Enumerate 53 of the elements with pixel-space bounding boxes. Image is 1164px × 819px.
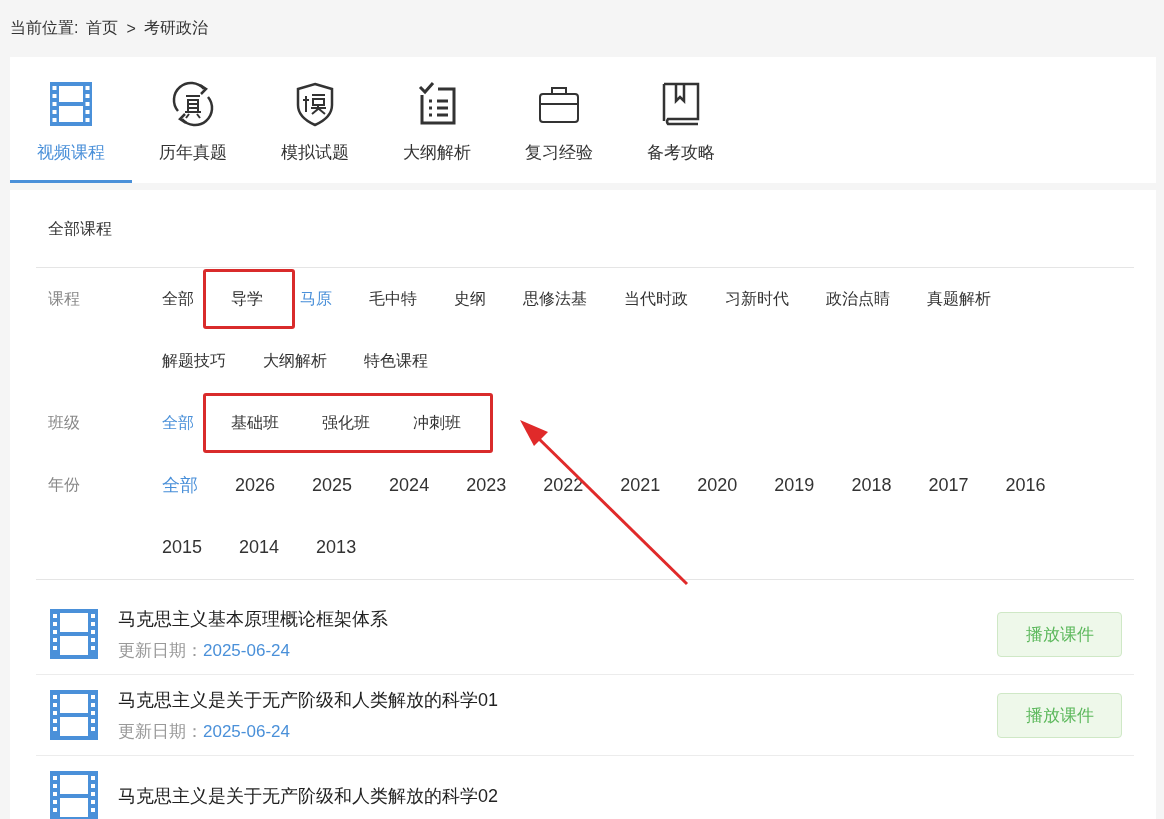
- course-title[interactable]: 马克思主义是关于无产阶级和人类解放的科学02: [118, 784, 1122, 808]
- filter-option[interactable]: 真题解析: [927, 268, 991, 330]
- filter-option[interactable]: 大纲解析: [263, 330, 327, 392]
- category-tab[interactable]: 历年真题: [132, 57, 254, 183]
- breadcrumb-label: 当前位置:: [10, 18, 79, 38]
- filter-option[interactable]: 2016: [1005, 454, 1046, 516]
- filter-option[interactable]: 2013: [316, 516, 357, 578]
- category-tab[interactable]: 大纲解析: [376, 57, 498, 183]
- filter-option[interactable]: 2017: [928, 454, 969, 516]
- film-icon: [48, 81, 94, 127]
- filter-title: 全部课程: [36, 190, 1134, 268]
- category-tab[interactable]: 模拟试题: [254, 57, 376, 183]
- date-label: 更新日期：: [118, 721, 203, 741]
- filter-label: 课程: [48, 289, 81, 309]
- date-label: 更新日期：: [118, 640, 203, 660]
- filter-option[interactable]: 2019: [774, 454, 815, 516]
- breadcrumb-link[interactable]: 首页: [86, 18, 119, 39]
- filter-option[interactable]: 导学: [231, 268, 263, 330]
- update-date: 2025-06-24: [203, 640, 290, 660]
- film-icon: [50, 690, 98, 740]
- filter-label: 班级: [48, 413, 81, 433]
- filter-option[interactable]: 思修法基: [523, 268, 587, 330]
- filter-option[interactable]: 习新时代: [725, 268, 789, 330]
- filter-option[interactable]: 冲刺班: [413, 392, 461, 454]
- category-tab[interactable]: 备考攻略: [620, 57, 742, 183]
- filter-option[interactable]: 史纲: [454, 268, 486, 330]
- filter-option[interactable]: 2024: [389, 454, 430, 516]
- breadcrumb-separator: >: [126, 19, 136, 38]
- filter-option[interactable]: 2025: [312, 454, 353, 516]
- filter-option[interactable]: 解题技巧: [162, 330, 226, 392]
- filter-option[interactable]: 特色课程: [364, 330, 428, 392]
- filter-option[interactable]: 强化班: [322, 392, 370, 454]
- filter-option[interactable]: 2023: [466, 454, 507, 516]
- filter-option[interactable]: 2021: [620, 454, 661, 516]
- filter-option[interactable]: 2026: [235, 454, 276, 516]
- update-date: 2025-06-24: [203, 721, 290, 741]
- filter-option[interactable]: 当代时政: [624, 268, 688, 330]
- filter-option[interactable]: 基础班: [231, 392, 279, 454]
- filter-option[interactable]: 全部: [162, 268, 194, 330]
- breadcrumb-link[interactable]: 考研政治: [143, 18, 208, 39]
- circular-arrows-icon: [170, 81, 216, 127]
- course-title[interactable]: 马克思主义是关于无产阶级和人类解放的科学01: [118, 687, 997, 712]
- course-title[interactable]: 马克思主义基本原理概论框架体系: [118, 606, 997, 631]
- category-tab[interactable]: 复习经验: [498, 57, 620, 183]
- filter-option[interactable]: 2015: [162, 516, 203, 578]
- filter-label: 年份: [48, 475, 81, 495]
- filter-option[interactable]: 2018: [851, 454, 892, 516]
- film-icon: [50, 609, 98, 659]
- filter-option[interactable]: 2014: [239, 516, 280, 578]
- filter-option[interactable]: 毛中特: [369, 268, 417, 330]
- filter-option[interactable]: 2020: [697, 454, 738, 516]
- filter-option[interactable]: 全部: [162, 392, 194, 454]
- filter-option[interactable]: 政治点睛: [826, 268, 890, 330]
